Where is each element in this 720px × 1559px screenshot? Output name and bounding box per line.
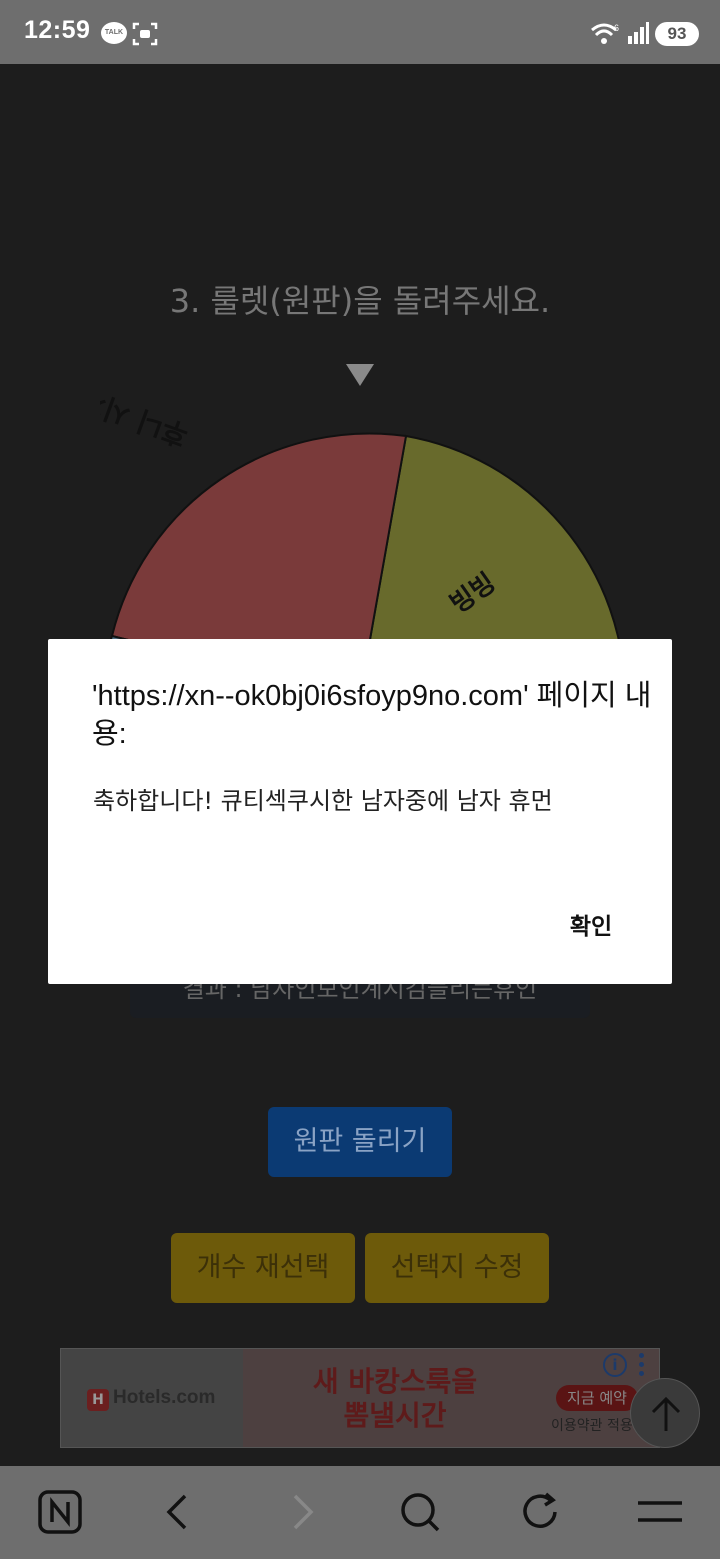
- ad-banner[interactable]: H Hotels.com 새 바캉스룩을 뽐낼시간 지금 예약 이용약관 적용 …: [60, 1348, 660, 1448]
- ad-headline: 새 바캉스룩을 뽐낼시간: [305, 1365, 485, 1433]
- battery-indicator: 93: [655, 22, 699, 46]
- ad-more-icon[interactable]: [639, 1353, 645, 1380]
- refresh-icon[interactable]: [516, 1488, 564, 1536]
- ad-info-icon[interactable]: i: [603, 1353, 627, 1377]
- status-time: 12:59: [24, 16, 91, 44]
- alert-dialog: 'https://xn--ok0bj0i6sfoyp9no.com' 페이지 내…: [48, 639, 672, 984]
- wheel-pointer-icon: [346, 364, 374, 386]
- ad-headline-line1: 새 바캉스룩을: [312, 1365, 478, 1398]
- svg-text:6: 6: [614, 23, 619, 33]
- naver-home-icon[interactable]: [36, 1488, 84, 1536]
- ad-book-now-button[interactable]: 지금 예약: [556, 1385, 638, 1411]
- menu-icon[interactable]: [636, 1488, 684, 1536]
- scroll-to-top-button[interactable]: [630, 1378, 700, 1448]
- spin-wheel-button[interactable]: 원판 돌리기: [268, 1107, 452, 1177]
- hotels-logo-icon: H: [87, 1389, 109, 1411]
- wheel-label-1: 후니 시계쌤의 우들: [100, 396, 192, 452]
- arrow-up-icon: [651, 1396, 681, 1431]
- ad-brand-panel: H Hotels.com: [61, 1349, 243, 1447]
- dialog-ok-button[interactable]: 확인: [548, 903, 634, 951]
- dialog-message: 축하합니다! 큐티섹쿠시한 남자중에 남자 휴먼: [93, 787, 553, 815]
- browser-bottom-bar: [0, 1466, 720, 1559]
- recount-button[interactable]: 개수 재선택: [171, 1233, 355, 1303]
- dialog-title: 'https://xn--ok0bj0i6sfoyp9no.com' 페이지 내…: [92, 680, 652, 750]
- signal-icon: [628, 22, 649, 44]
- forward-arrow-icon[interactable]: [277, 1488, 325, 1536]
- ad-brand-name: Hotels.com: [113, 1387, 216, 1408]
- ad-terms: 이용약관 적용: [551, 1418, 633, 1434]
- wifi-icon: 6: [591, 23, 619, 44]
- kakaotalk-icon: TALK: [101, 22, 127, 44]
- ad-creative[interactable]: 새 바캉스룩을 뽐낼시간 지금 예약 이용약관 적용 i: [243, 1349, 659, 1447]
- search-icon[interactable]: [396, 1488, 444, 1536]
- edit-options-button[interactable]: 선택지 수정: [365, 1233, 549, 1303]
- ad-headline-line2: 뽐낼시간: [343, 1399, 447, 1432]
- page-heading: 3. 룰렛(원판)을 돌려주세요.: [169, 282, 551, 320]
- status-bar: 12:59 TALK 6 93: [0, 0, 720, 64]
- screen-capture-icon: [132, 22, 158, 46]
- back-arrow-icon[interactable]: [155, 1488, 203, 1536]
